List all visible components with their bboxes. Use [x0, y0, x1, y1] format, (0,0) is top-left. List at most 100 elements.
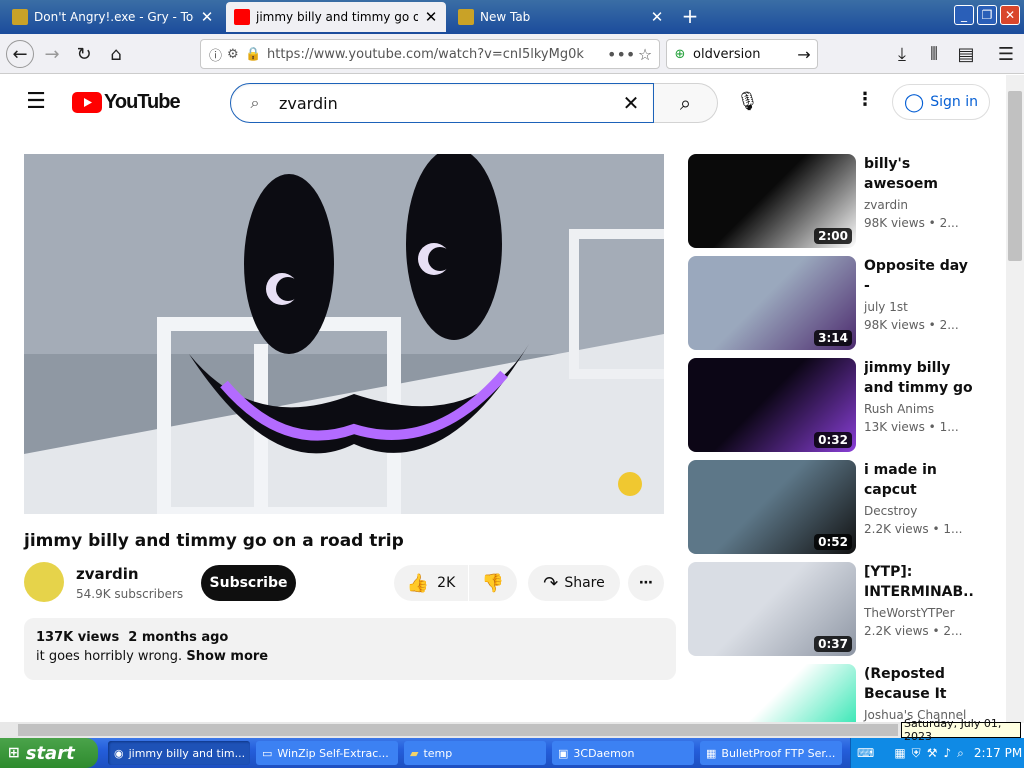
speaker-icon[interactable]: ♪	[943, 746, 951, 760]
taskbar-item-4[interactable]: ▦ BulletProof FTP Ser...	[700, 741, 842, 765]
video-title: jimmy billy and timmy go on a road trip	[24, 531, 404, 551]
recommendation-channel[interactable]: july 1st	[864, 300, 908, 314]
video-thumbnail[interactable]: 0:37	[688, 562, 856, 656]
recommendation-title[interactable]: (Reposted Because It Wa...	[864, 664, 974, 704]
close-tab-icon[interactable]: ✕	[200, 8, 214, 26]
browser-tab-0[interactable]: Don't Angry!.exe - Gry - Tooya1 ✕	[4, 2, 222, 32]
like-button[interactable]: 👍 2K	[394, 565, 468, 601]
recommendation-channel[interactable]: zvardin	[864, 198, 908, 212]
recommendation-item[interactable]: 0:32 jimmy billy and timmy go on a... Rush…	[688, 358, 988, 452]
home-icon[interactable]: ⌂	[102, 40, 130, 68]
close-window-icon[interactable]: ✕	[1000, 5, 1020, 25]
channel-name[interactable]: zvardin	[76, 565, 139, 583]
recommendation-channel[interactable]: Decstroy	[864, 504, 917, 518]
tab-title: New Tab	[480, 10, 531, 24]
tools-icon[interactable]: ⚒	[927, 746, 938, 760]
clear-search-icon[interactable]: ✕	[609, 91, 653, 115]
recommendation-title[interactable]: Opposite day - interminable...	[864, 256, 974, 296]
recommendation-title[interactable]: billy's awesoem sogng !!!11 1...	[864, 154, 974, 194]
info-icon[interactable]: ⓘ	[209, 45, 227, 64]
scrollbar-thumb[interactable]	[18, 724, 898, 736]
forward-arrow-icon[interactable]: →	[38, 40, 66, 68]
browser-search-value[interactable]: oldversion	[693, 47, 791, 62]
recommendation-item[interactable]: 2:00 billy's awesoem sogng !!!11 1... zvar…	[688, 154, 988, 248]
subscribe-label: Subscribe	[209, 575, 288, 591]
taskbar-item-1[interactable]: ▭ WinZip Self-Extrac...	[256, 741, 398, 765]
url-text[interactable]: https://www.youtube.com/watch?v=cnI5lkyM…	[267, 47, 607, 62]
recommendation-channel[interactable]: Rush Anims	[864, 402, 934, 416]
youtube-search-input[interactable]: ⌕ zvardin ✕	[230, 83, 654, 123]
subscribe-button[interactable]: Subscribe	[201, 565, 296, 601]
sidebar-icon[interactable]: ▤	[952, 40, 980, 68]
youtube-logo[interactable]: YouTube	[72, 91, 181, 114]
browser-search-box[interactable]: ⊕ oldversion →	[666, 39, 818, 69]
scrollbar-thumb[interactable]	[1008, 91, 1022, 261]
recommendation-item[interactable]: (Reposted Because It Wa...Joshua's Chann…	[688, 664, 988, 722]
browser-tab-1[interactable]: jimmy billy and timmy go on a road ✕	[226, 2, 446, 32]
subscriber-count: 54.9K subscribers	[76, 587, 184, 601]
horizontal-scrollbar[interactable]	[0, 722, 1006, 738]
vertical-scrollbar[interactable]	[1006, 75, 1024, 723]
recommendation-channel[interactable]: TheWorstYTPer	[864, 606, 955, 620]
restore-icon[interactable]: ❐	[977, 5, 997, 25]
channel-avatar[interactable]	[24, 562, 64, 602]
description-box[interactable]: 137K views 2 months ago it goes horribly…	[24, 618, 676, 680]
recommendation-item[interactable]: 3:14 Opposite day - interminable... july 1…	[688, 256, 988, 350]
browser-tab-2[interactable]: New Tab ✕	[450, 2, 672, 32]
hamburger-menu-icon[interactable]: ☰	[992, 40, 1020, 68]
close-tab-icon[interactable]: ✕	[650, 8, 664, 26]
search-button[interactable]: ⌕	[654, 83, 718, 123]
taskbar-item-2[interactable]: ▰ temp	[404, 741, 546, 765]
microphone-icon[interactable]: 🎙	[736, 91, 759, 112]
sign-in-button[interactable]: ◯ Sign in	[892, 84, 990, 120]
video-player[interactable]	[24, 154, 664, 514]
downloads-icon[interactable]: ⤓	[888, 40, 916, 68]
youtube-header: ☰ YouTube ⌕ zvardin ✕ ⌕ 🎙 ⋮ ◯ Sign in	[0, 75, 1006, 131]
show-more-link[interactable]: Show more	[186, 649, 268, 664]
more-options-icon[interactable]: ⋮	[856, 89, 874, 110]
tab-title: jimmy billy and timmy go on a road	[256, 10, 418, 24]
video-thumbnail[interactable]	[688, 664, 856, 722]
new-tab-plus-icon[interactable]: +	[676, 2, 704, 30]
upload-age: 2 months ago	[128, 630, 229, 645]
taskbar-item-0[interactable]: ◉ jimmy billy and tim...	[108, 741, 250, 765]
back-arrow-icon[interactable]: ←	[6, 40, 34, 68]
permissions-icon[interactable]: ⚙	[227, 47, 245, 62]
share-label: Share	[564, 575, 605, 591]
shield-icon[interactable]: ⛨	[912, 746, 921, 761]
recommendation-item[interactable]: 0:37 [YTP]: INTERMINAB... TheWorstYTPer 2.2…	[688, 562, 988, 656]
page-actions-icon[interactable]: •••	[607, 45, 635, 64]
search-go-arrow-icon[interactable]: →	[791, 45, 817, 64]
address-bar[interactable]: ⓘ ⚙ 🔒 https://www.youtube.com/watch?v=cn…	[200, 39, 660, 69]
keyboard-icon[interactable]: ⌨	[857, 746, 874, 760]
minimize-icon[interactable]: _	[954, 5, 974, 25]
guide-menu-icon[interactable]: ☰	[24, 89, 48, 114]
recommendation-title[interactable]: jimmy billy and timmy go on a...	[864, 358, 974, 398]
date-tooltip: Saturday, July 01, 2023	[901, 717, 1021, 743]
clock[interactable]: 2:17 PM	[974, 746, 1022, 760]
video-thumbnail[interactable]: 3:14	[688, 256, 856, 350]
recommendation-title[interactable]: i made in capcut from...	[864, 460, 974, 500]
dislike-button[interactable]: 👎	[469, 565, 517, 601]
video-thumbnail[interactable]: 0:32	[688, 358, 856, 452]
recommendation-title[interactable]: [YTP]: INTERMINAB...	[864, 562, 974, 602]
video-thumbnail[interactable]: 0:52	[688, 460, 856, 554]
reload-icon[interactable]: ↻	[70, 40, 98, 68]
video-duration: 2:00	[814, 228, 852, 244]
close-tab-icon[interactable]: ✕	[424, 8, 438, 26]
network-icon[interactable]: ▦	[894, 746, 905, 760]
bookmark-star-icon[interactable]: ☆	[631, 45, 659, 64]
recommendation-item[interactable]: 0:52 i made in capcut from... Decstroy 2.2K…	[688, 460, 988, 554]
search-tray-icon[interactable]: ⌕	[957, 746, 964, 761]
youtube-favicon-icon	[234, 9, 250, 25]
search-query-text[interactable]: zvardin	[279, 94, 609, 113]
share-arrow-icon: ↷	[543, 572, 559, 594]
video-thumbnail[interactable]: 2:00	[688, 154, 856, 248]
more-actions-button[interactable]: ⋯	[628, 565, 664, 601]
recommendation-meta: 13K views • 1...	[864, 420, 959, 434]
video-duration: 0:32	[814, 432, 852, 448]
library-icon[interactable]: ⫴	[920, 40, 948, 68]
taskbar-item-3[interactable]: ▣ 3CDaemon	[552, 741, 694, 765]
start-button[interactable]: ⊞ start	[0, 738, 98, 768]
share-button[interactable]: ↷ Share	[528, 565, 620, 601]
